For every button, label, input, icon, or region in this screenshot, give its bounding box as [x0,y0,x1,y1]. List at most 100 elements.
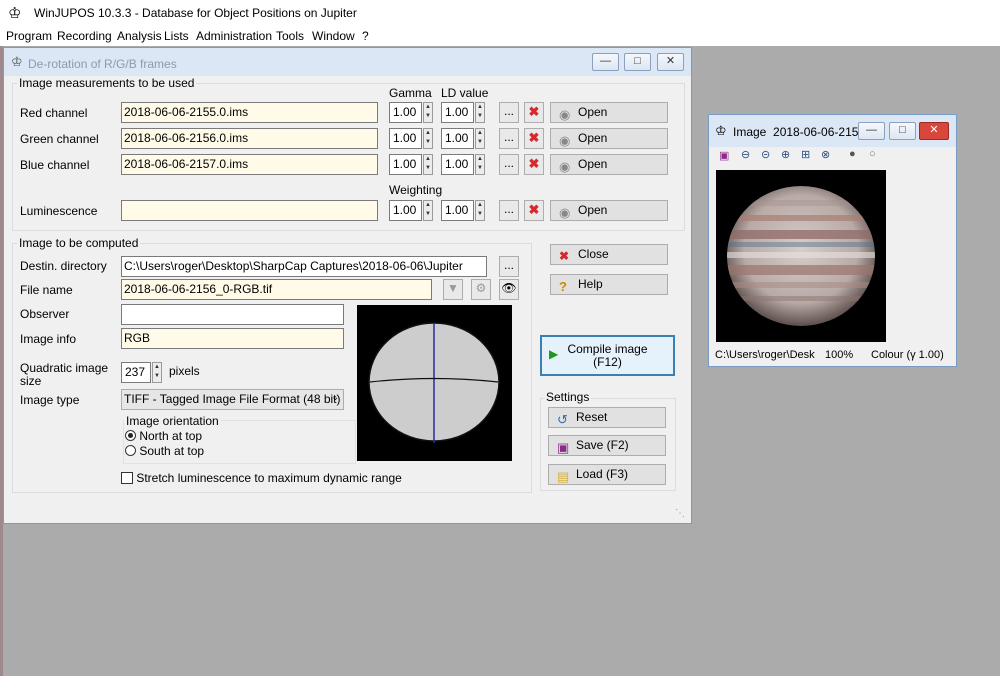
south-label: South at top [139,444,205,458]
checkbox-box [121,472,133,484]
south-radio[interactable]: South at top [125,444,204,458]
app-title-bar: ♔ WinJUPOS 10.3.3 - Database for Object … [0,0,1000,26]
menu-window[interactable]: Window [312,29,355,43]
imageinfo-input[interactable]: RGB [121,328,344,349]
menu-tools[interactable]: Tools [276,29,304,43]
image-maximize-button[interactable]: □ [889,122,916,140]
eye-icon[interactable]: 👁 [499,279,519,300]
zoom-fit-icon[interactable]: ⊗ [821,148,830,161]
stretch-checkbox[interactable]: Stretch luminescence to maximum dynamic … [121,471,402,485]
jupiter-render [727,186,875,326]
red-ld-stepper[interactable]: ▲ ▼ [475,102,485,123]
blue-open-button[interactable]: ◉ Open [550,154,668,175]
red-clear-button[interactable]: ✖ [524,102,544,123]
load-label: Load (F3) [576,467,629,481]
green-channel-label: Green channel [20,132,99,146]
size-input[interactable]: 237 [121,362,151,383]
lum-browse-button[interactable]: ... [499,200,519,221]
zoom-plus-icon[interactable]: ⊞ [801,148,810,161]
red-browse-button[interactable]: ... [499,102,519,123]
lum-weighting-input[interactable]: 1.00 [389,200,422,221]
orientation-label: Image orientation [124,414,221,428]
close-window-button[interactable]: ✕ [657,53,684,71]
green-ld-input[interactable]: 1.00 [441,128,474,149]
observer-input[interactable] [121,304,344,325]
minimize-button[interactable]: — [592,53,619,71]
size-label: Quadratic image size [20,361,109,388]
blue-ld-input[interactable]: 1.00 [441,154,474,175]
red-open-button[interactable]: ◉ Open [550,102,668,123]
blue-channel-file[interactable]: 2018-06-06-2157.0.ims [121,154,378,175]
lum-clear-button[interactable]: ✖ [524,200,544,221]
lum-weighting-stepper[interactable]: ▲ ▼ [423,200,433,221]
image-window: ♔ Image 2018-06-06-215... — □ ✕ ▣ ⊖ ⊝ ⊕ … [708,114,957,367]
blue-browse-button[interactable]: ... [499,154,519,175]
green-browse-button[interactable]: ... [499,128,519,149]
red-channel-file[interactable]: 2018-06-06-2155.0.ims [121,102,378,123]
green-gamma-stepper[interactable]: ▲ ▼ [423,128,433,149]
size-stepper[interactable]: ▲ ▼ [152,362,162,383]
status-colour: Colour (γ 1.00) [871,349,944,361]
red-ld-input[interactable]: 1.00 [441,102,474,123]
zoom-in-icon[interactable]: ⊕ [781,148,790,161]
luminescence-file[interactable] [121,200,378,221]
destin-directory-input[interactable]: C:\Users\roger\Desktop\SharpCap Captures… [121,256,487,277]
reset-button[interactable]: ↺ Reset [548,407,666,428]
close-button[interactable]: ✖ Close [550,244,668,265]
image-close-button[interactable]: ✕ [919,122,949,140]
blue-clear-button[interactable]: ✖ [524,154,544,175]
help-button[interactable]: ? Help [550,274,668,295]
green-open-label: Open [578,131,608,145]
menu-program[interactable]: Program [6,29,52,43]
menu-recording[interactable]: Recording [57,29,112,43]
app-title: WinJUPOS 10.3.3 - Database for Object Po… [34,6,357,20]
dark-circle-icon[interactable]: ● [849,148,856,160]
blue-gamma-stepper[interactable]: ▲ ▼ [423,154,433,175]
image-type-select[interactable]: TIFF - Tagged Image File Format (48 bit)… [121,389,344,410]
load-button[interactable]: ▤ Load (F3) [548,464,666,485]
help-icon: ? [559,279,567,294]
menu-analysis[interactable]: Analysis [117,29,162,43]
refresh-icon[interactable]: ⚙ [471,279,491,300]
image-status-bar: C:\Users\roger\Deskt 100% Colour (γ 1.00… [709,343,956,367]
resize-grip-icon[interactable]: ⋱ [675,508,685,519]
green-clear-button[interactable]: ✖ [524,128,544,149]
lum-ld-stepper[interactable]: ▲ ▼ [475,200,485,221]
green-channel-file[interactable]: 2018-06-06-2156.0.ims [121,128,378,149]
maximize-button[interactable]: □ [624,53,651,71]
menu-help[interactable]: ? [362,29,369,43]
zoom-out-icon[interactable]: ⊖ [741,148,750,161]
menu-administration[interactable]: Administration [196,29,272,43]
red-gamma-stepper[interactable]: ▲ ▼ [423,102,433,123]
lum-open-button[interactable]: ◉ Open [550,200,668,221]
open-icon: ◉ [559,133,571,148]
save-button[interactable]: ▣ Save (F2) [548,435,666,456]
zoom-minus-icon[interactable]: ⊝ [761,148,770,161]
winjupos-icon: ♔ [8,5,22,22]
menu-lists[interactable]: Lists [164,29,189,43]
lum-ld-input[interactable]: 1.00 [441,200,474,221]
blue-gamma-input[interactable]: 1.00 [389,154,422,175]
radio-checked [125,430,136,441]
destin-browse-button[interactable]: ... [499,256,519,277]
menu-bar: Program Recording Analysis Lists Adminis… [0,26,1000,46]
save-icon[interactable]: ▣ [719,149,729,162]
image-minimize-button[interactable]: — [858,122,885,140]
reset-icon: ↺ [557,412,568,427]
green-open-button[interactable]: ◉ Open [550,128,668,149]
green-gamma-input[interactable]: 1.00 [389,128,422,149]
north-radio[interactable]: North at top [125,429,202,443]
filename-input[interactable]: 2018-06-06-2156_0-RGB.tif [121,279,432,300]
save-label: Save (F2) [576,438,629,452]
red-gamma-input[interactable]: 1.00 [389,102,422,123]
gamma-header: Gamma [389,86,432,100]
jupiter-image [716,170,886,342]
green-ld-stepper[interactable]: ▲ ▼ [475,128,485,149]
play-icon: ▶ [549,347,559,361]
compile-image-button[interactable]: ▶ Compile image (F12) [540,335,675,376]
dropdown-arrow-icon[interactable]: ▼ [443,279,463,300]
open-icon: ◉ [559,107,571,122]
blue-ld-stepper[interactable]: ▲ ▼ [475,154,485,175]
help-label: Help [578,277,603,291]
light-circle-icon[interactable]: ○ [869,148,876,160]
